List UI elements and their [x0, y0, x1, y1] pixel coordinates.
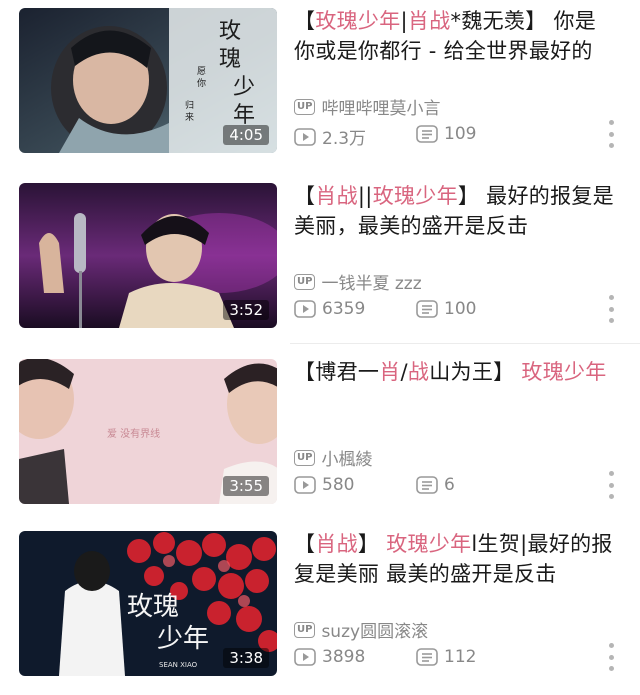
video-title[interactable]: 【博君一肖/战山为王】 玫瑰少年: [294, 357, 614, 387]
video-duration: 4:05: [223, 125, 269, 145]
more-vertical-icon[interactable]: [608, 295, 614, 323]
thumbnail-subtext: 你: [197, 77, 206, 89]
more-vertical-icon[interactable]: [608, 471, 614, 499]
title-text: 【: [294, 184, 316, 208]
more-vertical-icon[interactable]: [608, 120, 614, 148]
thumbnail-subtext: 来: [185, 112, 194, 123]
uploader-name[interactable]: suzy圆圆滚滚: [321, 617, 428, 642]
title-highlight: 玫瑰少年: [386, 532, 472, 556]
video-item[interactable]: 爱 没有界线 3:55 【博君一肖/战山为王】 玫瑰少年 UP 小楓綾 580 …: [0, 351, 640, 523]
thumbnail-title: 少年: [157, 624, 209, 654]
video-thumbnail[interactable]: 玫 瑰 少 年 愿 你 归 来 4:05: [19, 8, 277, 153]
divider: [290, 343, 640, 344]
danmaku-icon: [416, 648, 438, 666]
up-badge-icon: UP: [294, 273, 316, 290]
view-count-value: 2.3万: [322, 129, 367, 149]
video-item[interactable]: 3:52 【肖战||玫瑰少年】 最好的报复是美丽，最美的盛开是反击 UP 一钱半…: [0, 175, 640, 347]
up-badge-icon: UP: [294, 98, 316, 115]
video-title[interactable]: 【肖战】 玫瑰少年l生贺|最好的报复是美丽 最美的盛开是反击: [294, 529, 614, 589]
danmaku-count: 109: [416, 124, 476, 144]
thumbnail-subtext: 归: [185, 99, 194, 111]
thumbnail-subtext: SEAN XIAO: [159, 661, 198, 669]
thumbnail-title-char: 玫: [219, 19, 241, 44]
danmaku-count-value: 6: [444, 475, 455, 495]
title-text: 【: [294, 9, 316, 33]
thumbnail-caption: 爱 没有界线: [107, 427, 160, 440]
view-count: 2.3万: [294, 124, 366, 149]
video-stats: 3898 112: [294, 647, 476, 667]
title-highlight: 肖战: [315, 184, 358, 208]
video-stats: 580 6: [294, 475, 455, 495]
play-count-icon: [294, 648, 316, 666]
video-duration: 3:38: [223, 648, 269, 668]
view-count-value: 580: [322, 475, 355, 495]
video-item[interactable]: 玫 瑰 少 年 愿 你 归 来 4:05 【玫瑰少年|肖战*魏无羡】 你是你或是…: [0, 0, 640, 172]
thumbnail-title-char: 少: [233, 75, 255, 100]
video-title[interactable]: 【玫瑰少年|肖战*魏无羡】 你是你或是你都行 - 给全世界最好的: [294, 6, 614, 66]
uploader-row[interactable]: UP 哔哩哔哩莫小言: [294, 94, 440, 119]
title-highlight: 战: [407, 360, 430, 384]
title-highlight: 玫瑰少年: [372, 184, 458, 208]
title-text: 山为王】: [429, 360, 522, 384]
uploader-row[interactable]: UP suzy圆圆滚滚: [294, 617, 428, 642]
title-text: 】: [357, 532, 387, 556]
video-item[interactable]: 玫瑰 少年 SEAN XIAO 3:38 【肖战】 玫瑰少年l生贺|最好的报复是…: [0, 523, 640, 695]
view-count: 6359: [294, 299, 365, 319]
title-highlight: 肖战: [407, 9, 451, 33]
title-text: 【: [294, 532, 316, 556]
title-highlight: 玫瑰少年: [315, 9, 401, 33]
title-highlight: 肖战: [315, 532, 358, 556]
danmaku-count: 6: [416, 475, 455, 495]
video-duration: 3:55: [223, 476, 269, 496]
view-count: 3898: [294, 647, 365, 667]
video-stats: 6359 100: [294, 299, 476, 319]
view-count-value: 3898: [322, 647, 366, 667]
up-badge-icon: UP: [294, 449, 316, 466]
title-text: ||: [357, 184, 373, 208]
more-vertical-icon[interactable]: [608, 643, 614, 671]
thumbnail-title: 玫瑰: [127, 592, 179, 622]
title-highlight: 玫瑰少年: [521, 360, 607, 384]
danmaku-icon: [416, 125, 438, 143]
uploader-row[interactable]: UP 一钱半夏 zzz: [294, 269, 422, 294]
title-text: |: [400, 9, 408, 33]
view-count-value: 6359: [322, 299, 366, 319]
play-count-icon: [294, 300, 316, 318]
view-count: 580: [294, 475, 354, 495]
title-text: /: [400, 360, 408, 384]
uploader-name[interactable]: 小楓綾: [321, 445, 372, 470]
video-title[interactable]: 【肖战||玫瑰少年】 最好的报复是美丽，最美的盛开是反击: [294, 181, 614, 241]
play-count-icon: [294, 127, 316, 146]
title-text: 【博君一: [294, 360, 380, 384]
video-stats: 2.3万 109: [294, 124, 476, 149]
danmaku-icon: [416, 300, 438, 318]
danmaku-count-value: 112: [444, 647, 477, 667]
video-thumbnail[interactable]: 爱 没有界线 3:55: [19, 359, 277, 504]
play-count-icon: [294, 476, 316, 494]
thumbnail-subtext: 愿: [197, 66, 206, 77]
uploader-row[interactable]: UP 小楓綾: [294, 445, 372, 470]
up-badge-icon: UP: [294, 621, 316, 638]
danmaku-count-value: 109: [444, 124, 477, 144]
video-duration: 3:52: [223, 300, 269, 320]
danmaku-count: 112: [416, 647, 476, 667]
video-thumbnail[interactable]: 玫瑰 少年 SEAN XIAO 3:38: [19, 531, 277, 676]
danmaku-count-value: 100: [444, 299, 477, 319]
uploader-name[interactable]: 哔哩哔哩莫小言: [321, 94, 440, 119]
danmaku-count: 100: [416, 299, 476, 319]
video-thumbnail[interactable]: 3:52: [19, 183, 277, 328]
thumbnail-title-char: 瑰: [219, 47, 241, 72]
title-highlight: 肖: [379, 360, 401, 384]
danmaku-icon: [416, 476, 438, 494]
uploader-name[interactable]: 一钱半夏 zzz: [321, 269, 421, 294]
